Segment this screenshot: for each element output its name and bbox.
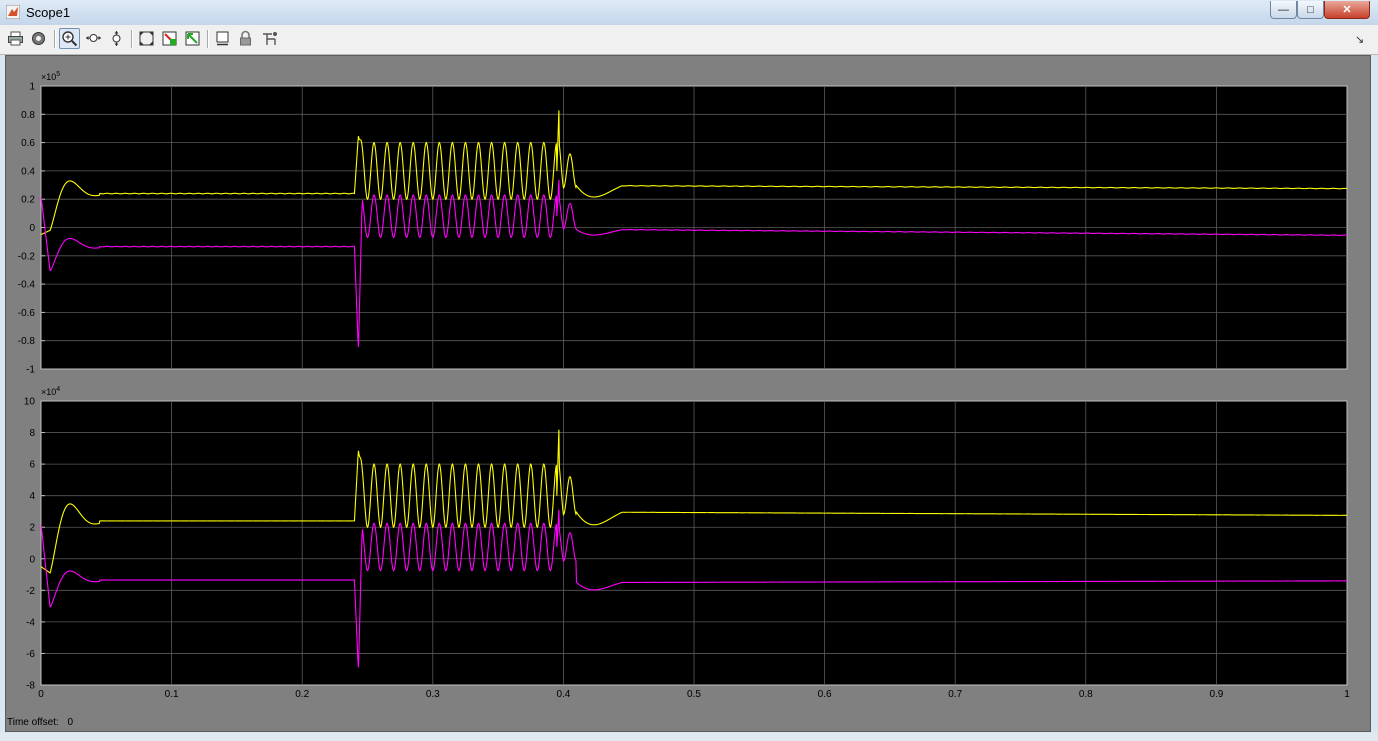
title-bar[interactable]: Scope1 — □ ✕ bbox=[0, 0, 1378, 26]
y-exponent-label: ×105 bbox=[41, 71, 60, 82]
x-tick-label: 0.6 bbox=[818, 689, 832, 700]
y-tick-label: 0.8 bbox=[21, 110, 35, 121]
y-tick-label: -0.2 bbox=[18, 251, 36, 262]
y-tick-label: -4 bbox=[26, 617, 35, 628]
time-offset-label: Time offset: bbox=[7, 717, 59, 728]
time-offset-value: 0 bbox=[67, 717, 74, 728]
y-tick-label: 0.6 bbox=[21, 138, 35, 149]
zoom-in-button[interactable] bbox=[59, 28, 80, 49]
window-bottom-border bbox=[0, 733, 1378, 741]
time-offset-readout: Time offset: 0 bbox=[7, 717, 73, 728]
x-tick-label: 0.5 bbox=[687, 689, 701, 700]
toolbar-separator bbox=[207, 30, 209, 48]
scope-plots: 10.80.60.40.20-0.2-0.4-0.6-0.8-1×1051086… bbox=[18, 71, 1350, 700]
scope-plot-area: 1 0.8 0.6 0.4 0.2 0 -0.2 -0.4 -0.6 -0.8 -1 ×105 10 8 6… bbox=[5, 55, 1371, 732]
y-exponent-label: ×104 bbox=[41, 386, 60, 397]
x-tick-label: 1 bbox=[1344, 689, 1350, 700]
autoscale-button[interactable] bbox=[136, 28, 157, 49]
scope-axes-2: 1086420-2-4-6-80 0.1 0.2 0.3 0.4 0.5 0.6 0.7 0.8… bbox=[24, 386, 1350, 700]
y-tick-label: 0 bbox=[29, 554, 35, 565]
y-tick-label: 4 bbox=[29, 491, 35, 502]
y-tick-label: 0.2 bbox=[21, 195, 35, 206]
printer-icon bbox=[8, 31, 23, 46]
y-exponent-value: 5 bbox=[56, 71, 60, 78]
close-icon: ✕ bbox=[1342, 4, 1352, 16]
y-tick-label: -8 bbox=[26, 681, 35, 692]
zoom-y-icon bbox=[112, 31, 121, 46]
matlab-icon bbox=[6, 5, 20, 19]
window-title: Scope1 bbox=[26, 5, 71, 20]
save-axes-button[interactable] bbox=[159, 28, 180, 49]
x-tick-label: 0.9 bbox=[1209, 689, 1223, 700]
x-tick-label: 0.2 bbox=[295, 689, 309, 700]
print-button[interactable] bbox=[5, 28, 26, 49]
restore-axes-icon bbox=[185, 31, 200, 46]
x-tick-label: 0.4 bbox=[556, 689, 570, 700]
toolbar-separator bbox=[131, 30, 133, 48]
y-tick-label: -2 bbox=[26, 586, 35, 597]
toolbar-separator bbox=[54, 30, 56, 48]
parameters-button[interactable] bbox=[28, 28, 49, 49]
y-tick-label: 6 bbox=[29, 460, 35, 471]
y-tick-label: -0.6 bbox=[18, 308, 36, 319]
restore-axes-button[interactable] bbox=[182, 28, 203, 49]
scope-window: Scope1 — □ ✕ ↘ 1 0.8 0.6 0.4 0.2 0 -0.2 … bbox=[0, 0, 1378, 741]
x-tick-label: 0.3 bbox=[426, 689, 440, 700]
y-tick-label: -0.8 bbox=[18, 336, 36, 347]
signal-selection-button[interactable] bbox=[259, 28, 280, 49]
y-tick-label: 10 bbox=[24, 397, 36, 408]
dock-icon[interactable]: ↘ bbox=[1355, 33, 1364, 46]
maximize-button[interactable]: □ bbox=[1297, 1, 1324, 19]
toolbar: ↘ bbox=[0, 25, 1378, 55]
gear-icon bbox=[32, 32, 45, 45]
y-tick-label: -0.4 bbox=[18, 280, 36, 291]
x-tick-label: 0.7 bbox=[948, 689, 962, 700]
y-tick-label: 8 bbox=[29, 428, 35, 439]
scope-axes-1: 1 0.8 0.6 0.4 0.2 0 -0.2 -0.4 -0.6 -0.8 -1 ×105 bbox=[18, 71, 1348, 376]
minimize-icon: — bbox=[1278, 3, 1289, 16]
lock-axes-button[interactable] bbox=[235, 28, 256, 49]
floating-scope-button[interactable] bbox=[212, 28, 233, 49]
save-axes-icon bbox=[162, 31, 177, 46]
x-tick-label: 0 bbox=[38, 689, 44, 700]
y-tick-label: -6 bbox=[26, 649, 35, 660]
x-tick-label: 0.8 bbox=[1079, 689, 1093, 700]
signal-selection-icon bbox=[263, 32, 277, 45]
zoom-x-icon bbox=[86, 34, 101, 42]
close-button[interactable]: ✕ bbox=[1324, 1, 1370, 19]
zoom-y-button[interactable] bbox=[106, 28, 127, 49]
x-tick-label: 0.1 bbox=[165, 689, 179, 700]
maximize-icon: □ bbox=[1307, 3, 1314, 16]
y-tick-label: 0.4 bbox=[21, 166, 35, 177]
y-tick-label: 1 bbox=[29, 82, 35, 93]
y-exponent-value: 4 bbox=[56, 386, 60, 393]
autoscale-icon bbox=[139, 31, 154, 46]
y-tick-label: 2 bbox=[29, 523, 35, 534]
zoom-in-icon bbox=[62, 31, 78, 47]
zoom-x-button[interactable] bbox=[83, 28, 104, 49]
lock-icon bbox=[240, 30, 251, 46]
floating-scope-icon bbox=[216, 31, 229, 46]
y-tick-label: 0 bbox=[29, 223, 35, 234]
y-tick-label: -1 bbox=[26, 365, 35, 376]
minimize-button[interactable]: — bbox=[1270, 1, 1297, 19]
